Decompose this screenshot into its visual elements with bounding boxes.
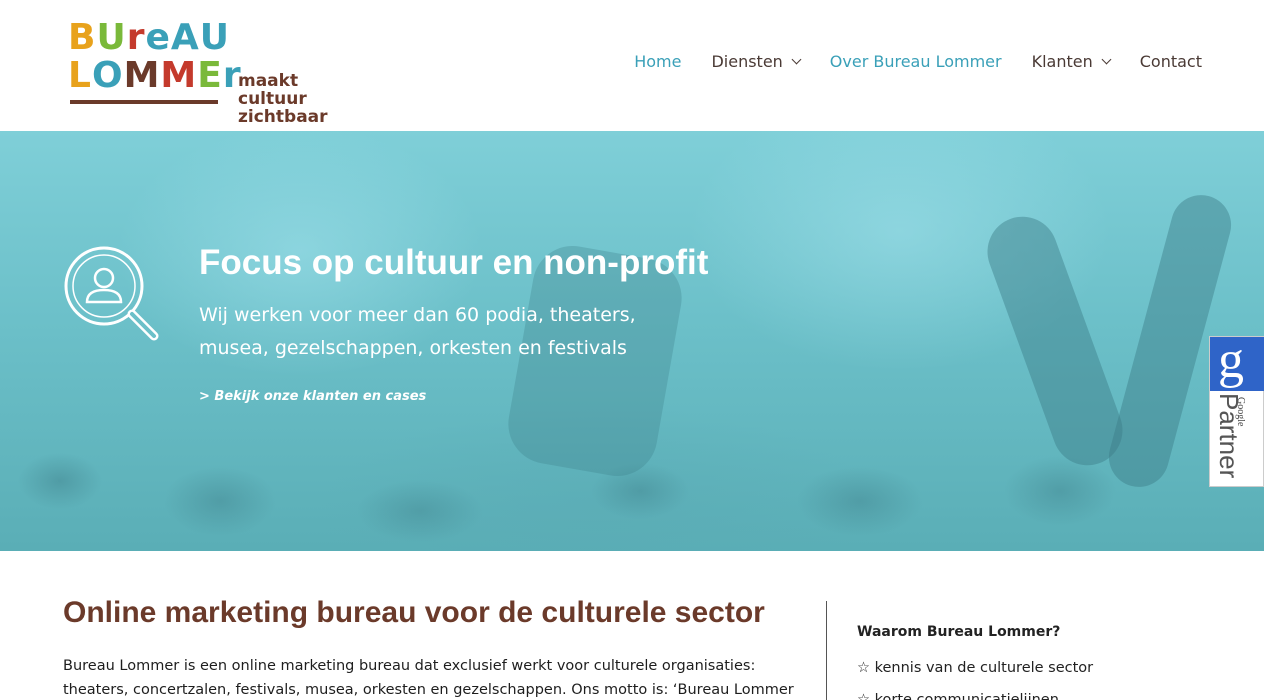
sidebar-title: Waarom Bureau Lommer?	[857, 624, 1061, 640]
content-title: Online marketing bureau voor de culturel…	[63, 596, 765, 629]
logo-underline	[70, 100, 218, 104]
logo-letter: B	[68, 17, 97, 58]
hero-subtitle: Wij werken voor meer dan 60 podia, theat…	[199, 304, 636, 359]
nav-diensten[interactable]: Diensten	[711, 52, 802, 71]
nav-contact[interactable]: Contact	[1140, 52, 1202, 71]
logo-letter: O	[91, 55, 124, 96]
logo-letter: M	[160, 55, 198, 96]
hero-clients-link[interactable]: > Bekijk onze klanten en cases	[199, 389, 426, 404]
chevron-down-icon	[791, 54, 802, 65]
main-nav: Home Diensten Over Bureau Lommer Klanten…	[604, 52, 1202, 71]
nav-klanten-label: Klanten	[1031, 52, 1093, 71]
logo-letter: L	[68, 55, 92, 96]
logo-letter: e	[145, 17, 171, 58]
logo-letter: U	[96, 17, 127, 58]
logo-letter: r	[126, 17, 146, 58]
nav-klanten[interactable]: Klanten	[1031, 52, 1112, 71]
nav-contact-label: Contact	[1139, 52, 1202, 71]
search-person-icon	[64, 246, 159, 341]
partner-label: Partner	[1214, 393, 1244, 479]
google-g-logo: g	[1210, 333, 1264, 391]
hero-banner: Focus op cultuur en non-profit Wij werke…	[0, 131, 1264, 551]
tagline-line-2: zichtbaar	[238, 107, 328, 127]
google-g-letter: g	[1218, 332, 1244, 389]
nav-home[interactable]: Home	[634, 52, 681, 71]
nav-over[interactable]: Over Bureau Lommer	[830, 52, 1002, 71]
chevron-down-icon	[1101, 54, 1112, 65]
google-partner-badge[interactable]: g Google Partner	[1209, 333, 1264, 487]
logo-letter: M	[123, 55, 161, 96]
column-divider	[826, 601, 827, 700]
sidebar-item: ☆ korte communicatielijnen	[857, 692, 1059, 700]
tagline-line-1: maakt cultuur	[238, 71, 307, 109]
nav-over-label: Over Bureau Lommer	[829, 52, 1002, 71]
site-header: BUreAU LOMMEr maakt cultuur zichtbaar Ho…	[0, 0, 1264, 131]
hero-title: Focus op cultuur en non-profit	[199, 243, 709, 282]
sidebar-item: ☆ kennis van de culturele sector	[857, 660, 1094, 676]
logo-letter: E	[197, 55, 223, 96]
google-partner-text: Google Partner	[1214, 393, 1260, 483]
logo-tagline: maakt cultuur zichtbaar	[238, 72, 366, 126]
nav-diensten-label: Diensten	[711, 52, 783, 71]
logo-letter: U	[199, 17, 230, 58]
nav-home-label: Home	[634, 52, 682, 71]
logo-line-1: BUreAU	[68, 20, 230, 56]
logo-letter: A	[170, 17, 200, 58]
content-intro: Bureau Lommer is een online marketing bu…	[63, 658, 794, 698]
logo[interactable]: BUreAU LOMMEr maakt cultuur zichtbaar	[66, 20, 366, 127]
logo-line-2: LOMMEr	[68, 58, 242, 94]
